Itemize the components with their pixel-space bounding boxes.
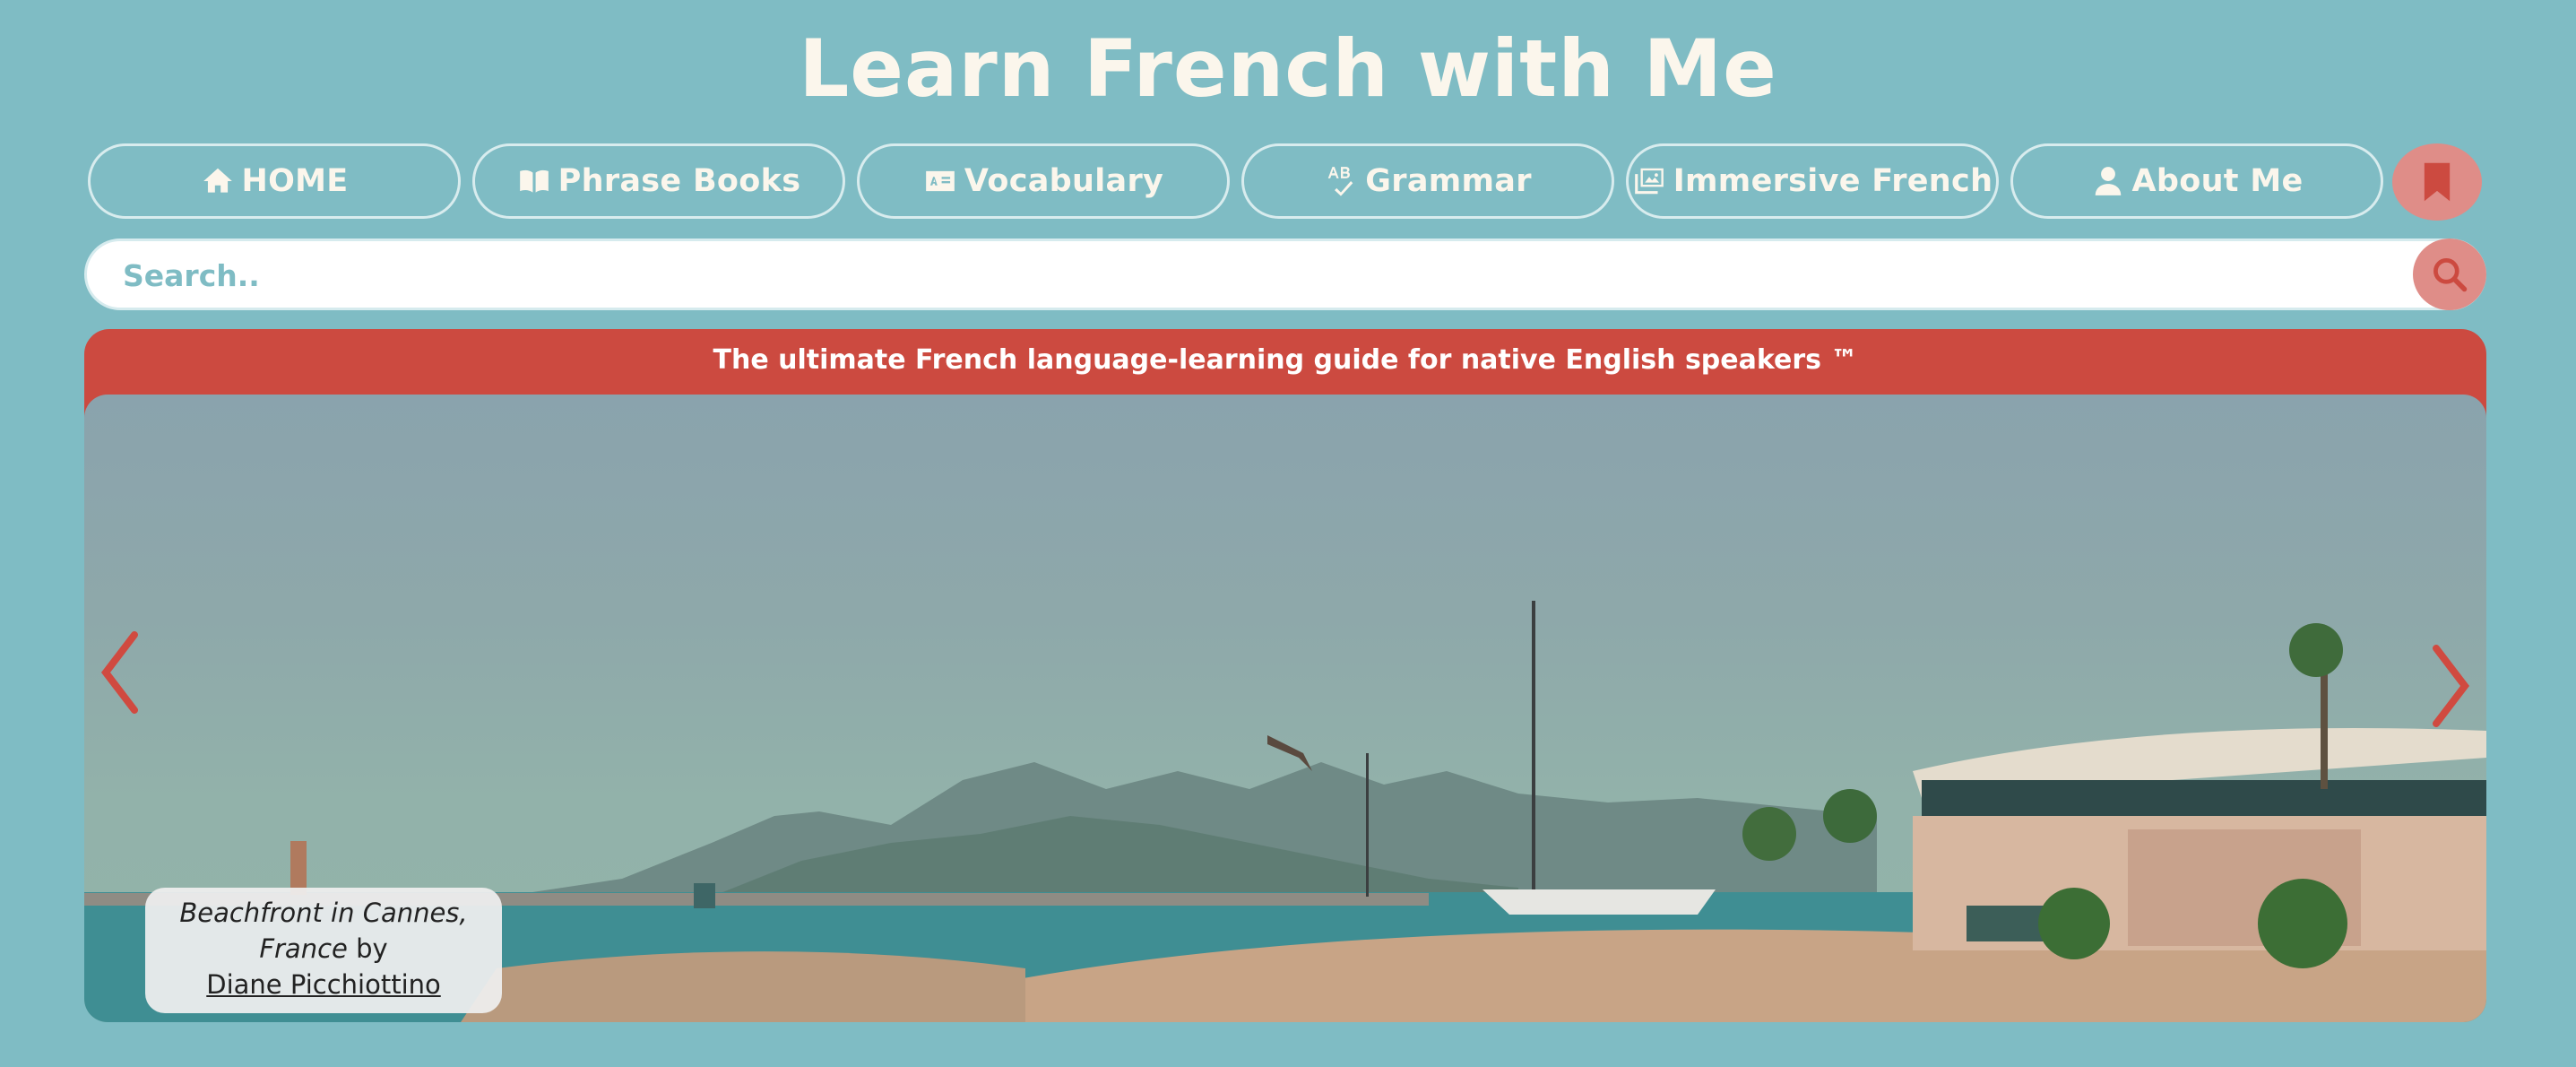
search-bar [84, 239, 2486, 310]
nav-immersive-french[interactable]: Immersive French [1626, 143, 1999, 219]
nav-grammar[interactable]: Grammar [1241, 143, 1614, 219]
next-slide-button[interactable] [2424, 641, 2477, 731]
nav-about-me-label: About Me [2131, 163, 2304, 199]
nav-grammar-label: Grammar [1365, 163, 1532, 199]
vocabulary-card-icon [926, 170, 955, 192]
chevron-right-icon [2433, 645, 2470, 727]
spell-check-icon [1327, 167, 1353, 196]
caption-author-link[interactable]: Diane Picchiottino [145, 967, 502, 1002]
photo-caption: Beachfront in Cannes, France by Diane Pi… [145, 888, 502, 1013]
user-icon [2095, 167, 2121, 195]
bookmark-button[interactable] [2392, 143, 2482, 221]
bookmark-icon [2424, 162, 2451, 202]
caption-title-line2: France [259, 933, 348, 964]
caption-title-line1: Beachfront in Cannes, [179, 898, 468, 928]
search-input[interactable] [121, 241, 2383, 309]
nav-home[interactable]: HOME [88, 143, 461, 219]
nav-vocabulary-label: Vocabulary [964, 163, 1164, 199]
hero-slideshow: Beachfront in Cannes, France by Diane Pi… [84, 395, 2486, 1022]
nav-phrase-books-label: Phrase Books [558, 163, 801, 199]
caption-by: by [347, 933, 388, 964]
photo-gallery-icon [1634, 168, 1664, 195]
search-icon [2433, 258, 2468, 292]
home-icon [203, 168, 232, 193]
nav-phrase-books[interactable]: Phrase Books [472, 143, 845, 219]
nav-home-label: HOME [241, 163, 349, 199]
nav-about-me[interactable]: About Me [2010, 143, 2383, 219]
prev-slide-button[interactable] [93, 628, 147, 717]
search-button[interactable] [2413, 239, 2486, 310]
nav-vocabulary[interactable]: Vocabulary [857, 143, 1230, 219]
book-open-icon [519, 169, 549, 193]
nav-immersive-french-label: Immersive French [1673, 163, 1993, 199]
site-title: Learn French with Me [799, 22, 1777, 115]
chevron-left-icon [100, 631, 138, 714]
